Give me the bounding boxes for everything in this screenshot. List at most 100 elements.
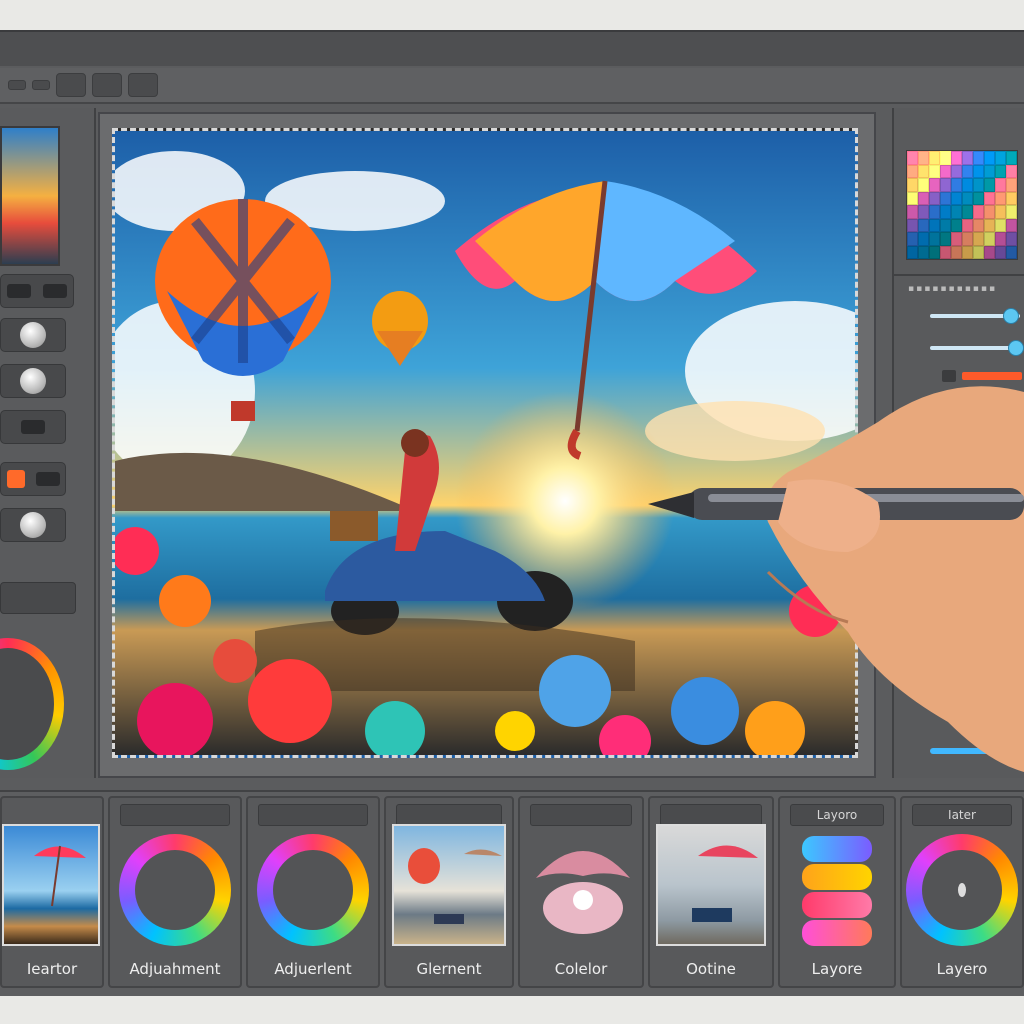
color-swatch[interactable] xyxy=(995,205,1006,219)
color-swatch-grid[interactable] xyxy=(906,150,1018,260)
color-swatch[interactable] xyxy=(1006,245,1017,259)
color-swatch[interactable] xyxy=(984,232,995,246)
panel-cell-layers-2[interactable]: Iater Layero xyxy=(900,796,1024,988)
slider-handle[interactable] xyxy=(1007,340,1024,356)
color-swatch[interactable] xyxy=(951,191,962,205)
color-swatch[interactable] xyxy=(929,245,940,259)
color-swatch[interactable] xyxy=(929,151,940,165)
tool-button[interactable] xyxy=(0,410,66,444)
layer-label[interactable] xyxy=(0,582,76,614)
color-swatch[interactable] xyxy=(929,205,940,219)
toolbar-button[interactable] xyxy=(92,73,122,97)
color-swatch[interactable] xyxy=(951,245,962,259)
color-swatch[interactable] xyxy=(1006,151,1017,165)
color-swatch[interactable] xyxy=(1006,232,1017,246)
tool-button[interactable] xyxy=(0,274,74,308)
color-swatch[interactable] xyxy=(940,164,951,178)
color-swatch[interactable] xyxy=(962,164,973,178)
color-swatch[interactable] xyxy=(995,191,1006,205)
color-swatch[interactable] xyxy=(940,232,951,246)
tool-button[interactable] xyxy=(0,364,66,398)
color-toggle[interactable] xyxy=(942,370,956,382)
color-swatch[interactable] xyxy=(907,164,918,178)
panel-cell-adjustment[interactable]: Adjuahment xyxy=(108,796,242,988)
color-swatch[interactable] xyxy=(973,164,984,178)
color-swatch[interactable] xyxy=(918,232,929,246)
color-swatch[interactable] xyxy=(940,205,951,219)
color-swatch[interactable] xyxy=(951,164,962,178)
color-swatch[interactable] xyxy=(962,151,973,165)
panel-cell-element[interactable]: Glernent xyxy=(384,796,514,988)
color-swatch[interactable] xyxy=(918,191,929,205)
color-swatch[interactable] xyxy=(1006,178,1017,192)
color-swatch[interactable] xyxy=(962,232,973,246)
color-swatch[interactable] xyxy=(918,164,929,178)
cell-tab[interactable] xyxy=(120,804,230,826)
tool-button[interactable] xyxy=(0,462,66,496)
cell-tab[interactable] xyxy=(660,804,762,826)
color-swatch[interactable] xyxy=(907,205,918,219)
color-swatch[interactable] xyxy=(973,205,984,219)
color-swatch[interactable] xyxy=(918,218,929,232)
slider-handle[interactable] xyxy=(1003,308,1019,324)
color-swatch[interactable] xyxy=(995,151,1006,165)
toolbar-button[interactable] xyxy=(128,73,158,97)
color-swatch[interactable] xyxy=(962,191,973,205)
color-indicator[interactable] xyxy=(942,370,1022,382)
color-swatch[interactable] xyxy=(907,151,918,165)
color-swatch[interactable] xyxy=(951,232,962,246)
tool-option[interactable] xyxy=(8,80,26,90)
panel-cell-adjustment-2[interactable]: Adjuerlent xyxy=(246,796,380,988)
color-swatch[interactable] xyxy=(918,151,929,165)
size-slider[interactable] xyxy=(930,340,1024,356)
color-swatch[interactable] xyxy=(929,178,940,192)
color-swatch[interactable] xyxy=(951,151,962,165)
color-swatch[interactable] xyxy=(962,178,973,192)
color-swatch[interactable] xyxy=(940,178,951,192)
color-swatch[interactable] xyxy=(929,164,940,178)
opacity-slider[interactable] xyxy=(930,308,1020,324)
color-swatch[interactable] xyxy=(973,245,984,259)
color-swatch[interactable] xyxy=(995,232,1006,246)
cell-tab[interactable] xyxy=(258,804,368,826)
color-swatch[interactable] xyxy=(907,232,918,246)
panel-cell-layers[interactable]: Layoro Layore xyxy=(778,796,896,988)
tool-option[interactable] xyxy=(32,80,50,90)
panel-cell-color[interactable]: Colelor xyxy=(518,796,644,988)
color-swatch[interactable] xyxy=(929,232,940,246)
color-swatch[interactable] xyxy=(918,245,929,259)
cell-tab[interactable] xyxy=(530,804,632,826)
color-swatch[interactable] xyxy=(984,245,995,259)
color-swatch[interactable] xyxy=(1006,191,1017,205)
color-swatch[interactable] xyxy=(984,164,995,178)
color-swatch[interactable] xyxy=(951,205,962,219)
color-swatch[interactable] xyxy=(962,205,973,219)
color-swatch[interactable] xyxy=(973,218,984,232)
color-swatch[interactable] xyxy=(1006,218,1017,232)
color-swatch[interactable] xyxy=(918,178,929,192)
color-swatch[interactable] xyxy=(962,218,973,232)
color-swatch[interactable] xyxy=(907,245,918,259)
color-swatch[interactable] xyxy=(973,232,984,246)
color-swatch[interactable] xyxy=(973,151,984,165)
color-swatch[interactable] xyxy=(984,151,995,165)
panel-cell-outline[interactable]: Ootine xyxy=(648,796,774,988)
color-swatch[interactable] xyxy=(1006,205,1017,219)
color-wheel[interactable] xyxy=(0,638,64,770)
cell-tab[interactable]: Layoro xyxy=(790,804,884,826)
color-swatch[interactable] xyxy=(973,191,984,205)
tool-button[interactable] xyxy=(0,318,66,352)
color-swatch[interactable] xyxy=(918,205,929,219)
color-swatch[interactable] xyxy=(940,245,951,259)
color-swatch[interactable] xyxy=(984,178,995,192)
color-swatch[interactable] xyxy=(929,218,940,232)
color-swatch[interactable] xyxy=(907,178,918,192)
color-swatch[interactable] xyxy=(940,218,951,232)
color-swatch[interactable] xyxy=(929,191,940,205)
cell-tab[interactable]: Iater xyxy=(912,804,1012,826)
cell-tab[interactable] xyxy=(396,804,502,826)
color-swatch[interactable] xyxy=(995,245,1006,259)
toolbar-button[interactable] xyxy=(56,73,86,97)
color-swatch[interactable] xyxy=(995,178,1006,192)
color-swatch[interactable] xyxy=(940,151,951,165)
